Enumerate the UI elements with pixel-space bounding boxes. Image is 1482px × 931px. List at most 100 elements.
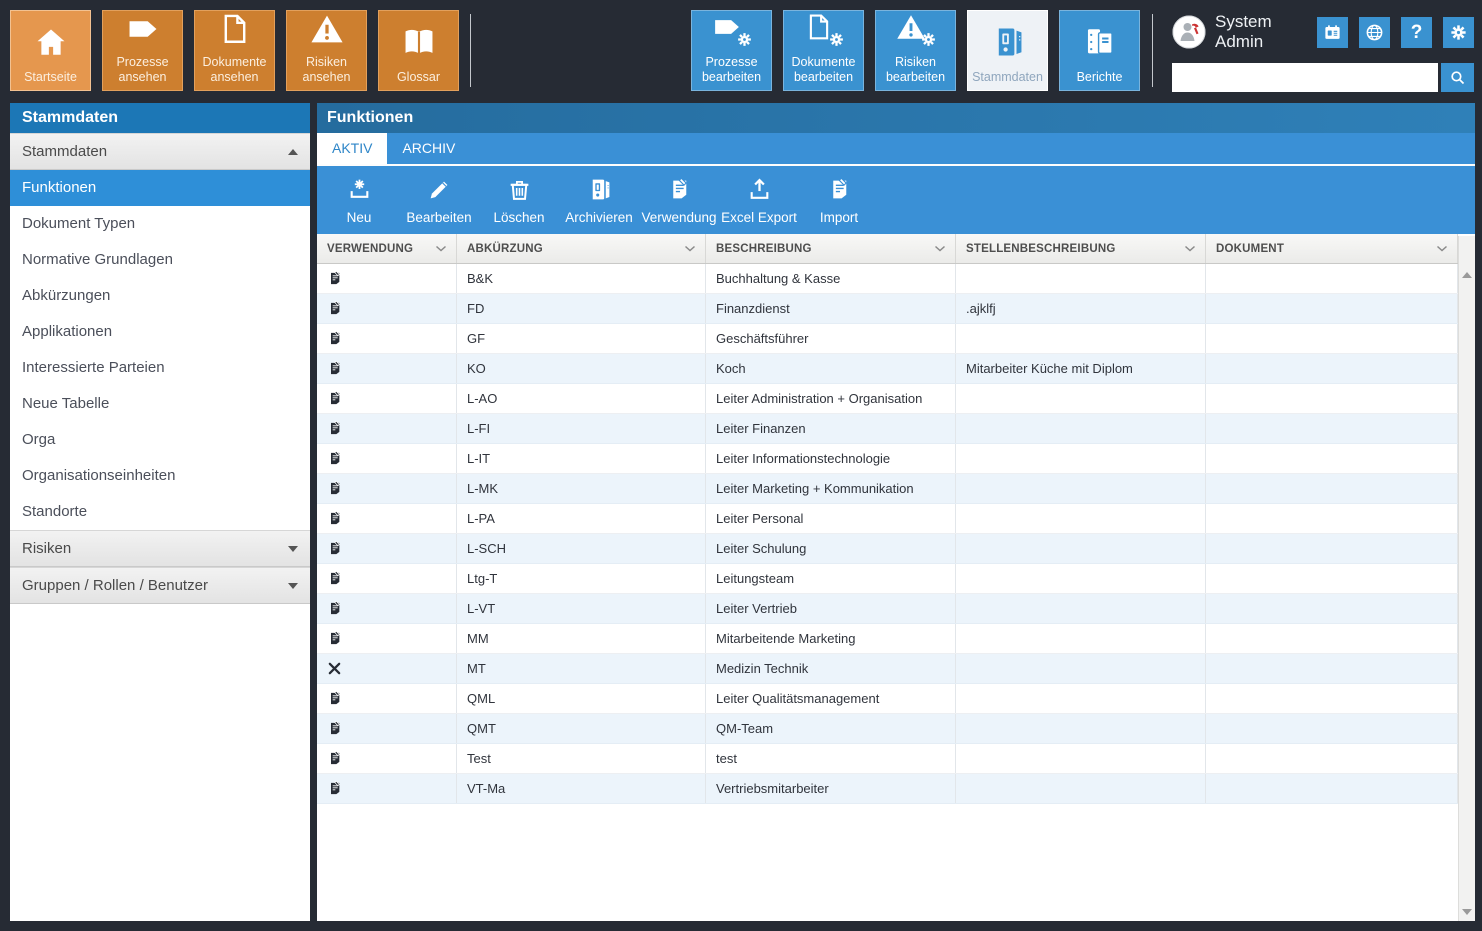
table-row[interactable]: QMLLeiter Qualitätsmanagement <box>317 684 1458 714</box>
column-header-verwendung[interactable]: VERWENDUNG <box>317 234 457 263</box>
table-row[interactable]: Testtest <box>317 744 1458 774</box>
search-icon <box>1449 69 1466 86</box>
table-row[interactable]: L-MKLeiter Marketing + Kommunikation <box>317 474 1458 504</box>
column-header-dokument[interactable]: DOKUMENT <box>1206 234 1458 263</box>
scroll-up-icon[interactable] <box>1462 272 1472 278</box>
sidebar: Stammdaten StammdatenFunktionenDokument … <box>10 103 310 921</box>
stellenbeschreibung-cell <box>956 594 1206 623</box>
abkuerzung-cell: L-PA <box>457 504 706 533</box>
abkuerzung-cell: GF <box>457 324 706 353</box>
glossar-button[interactable]: Glossar <box>378 10 459 91</box>
verwendung-button[interactable]: Verwendung <box>639 166 719 234</box>
note-pencil-icon <box>327 480 343 497</box>
table-row[interactable]: VT-MaVertriebsmitarbeiter <box>317 774 1458 804</box>
startseite-button[interactable]: Startseite <box>10 10 91 91</box>
stellenbeschreibung-cell <box>956 744 1206 773</box>
table-row[interactable]: KOKochMitarbeiter Küche mit Diplom <box>317 354 1458 384</box>
sidebar-section-risiken[interactable]: Risiken <box>10 530 310 567</box>
sidebar-section-stammdaten[interactable]: Stammdaten <box>10 133 310 170</box>
sidebar-item-dokument-typen[interactable]: Dokument Typen <box>10 206 310 242</box>
sidebar-item-interessierte-parteien[interactable]: Interessierte Parteien <box>10 350 310 386</box>
sidebar-item-standorte[interactable]: Standorte <box>10 494 310 530</box>
table-row[interactable]: L-SCHLeiter Schulung <box>317 534 1458 564</box>
table-header: VERWENDUNGABKÜRZUNGBESCHREIBUNGSTELLENBE… <box>317 234 1458 264</box>
dokument-cell <box>1206 294 1458 323</box>
table-row[interactable]: L-AOLeiter Administration + Organisation <box>317 384 1458 414</box>
column-header-beschreibung[interactable]: BESCHREIBUNG <box>706 234 956 263</box>
table-row[interactable]: L-ITLeiter Informationstechnologie <box>317 444 1458 474</box>
column-header-abkürzung[interactable]: ABKÜRZUNG <box>457 234 706 263</box>
user-avatar[interactable] <box>1172 15 1206 49</box>
table-row[interactable]: Ltg-TLeitungsteam <box>317 564 1458 594</box>
sidebar-section-gruppen-rollen-benutzer[interactable]: Gruppen / Rollen / Benutzer <box>10 567 310 604</box>
beschreibung-cell: Leitungsteam <box>706 564 956 593</box>
stellenbeschreibung-cell <box>956 684 1206 713</box>
beschreibung-cell: Leiter Finanzen <box>706 414 956 443</box>
table-row[interactable]: QMTQM-Team <box>317 714 1458 744</box>
prozesse-bearbeiten-button[interactable]: Prozesse bearbeiten <box>691 10 772 91</box>
scroll-down-icon[interactable] <box>1462 909 1472 915</box>
table-row[interactable]: L-FILeiter Finanzen <box>317 414 1458 444</box>
process-icon <box>121 11 165 47</box>
abkuerzung-cell: L-IT <box>457 444 706 473</box>
verwendung-cell <box>317 564 457 593</box>
beschreibung-cell: QM-Team <box>706 714 956 743</box>
beschreibung-cell: Leiter Qualitätsmanagement <box>706 684 956 713</box>
dokument-cell <box>1206 264 1458 293</box>
table-row[interactable]: L-PALeiter Personal <box>317 504 1458 534</box>
gear-button[interactable] <box>1443 17 1474 48</box>
table-row[interactable]: MMMitarbeitende Marketing <box>317 624 1458 654</box>
stellenbeschreibung-cell <box>956 264 1206 293</box>
sidebar-item-abkürzungen[interactable]: Abkürzungen <box>10 278 310 314</box>
search-button[interactable] <box>1441 63 1474 92</box>
beschreibung-cell: Mitarbeitende Marketing <box>706 624 956 653</box>
section-label: Risiken <box>22 540 71 557</box>
calendar-button[interactable] <box>1317 17 1348 48</box>
tab-archiv[interactable]: ARCHIV <box>387 133 470 164</box>
löschen-button[interactable]: Löschen <box>479 166 559 234</box>
beschreibung-cell: Leiter Marketing + Kommunikation <box>706 474 956 503</box>
prozesse-ansehen-button[interactable]: Prozesse ansehen <box>102 10 183 91</box>
sidebar-item-funktionen[interactable]: Funktionen <box>10 170 310 206</box>
sidebar-item-normative-grundlagen[interactable]: Normative Grundlagen <box>10 242 310 278</box>
table-row[interactable]: B&KBuchhaltung & Kasse <box>317 264 1458 294</box>
import-button[interactable]: Import <box>799 166 879 234</box>
dokument-cell <box>1206 654 1458 683</box>
stellenbeschreibung-cell <box>956 774 1206 803</box>
globe-button[interactable] <box>1359 17 1390 48</box>
verwendung-cell <box>317 654 457 683</box>
globe-icon <box>1365 23 1384 42</box>
archivieren-button[interactable]: Archivieren <box>559 166 639 234</box>
table-row[interactable]: GFGeschäftsführer <box>317 324 1458 354</box>
sidebar-item-neue-tabelle[interactable]: Neue Tabelle <box>10 386 310 422</box>
dokumente-ansehen-button[interactable]: Dokumente ansehen <box>194 10 275 91</box>
table-row[interactable]: L-VTLeiter Vertrieb <box>317 594 1458 624</box>
excel-export-button[interactable]: Excel Export <box>719 166 799 234</box>
sidebar-item-organisationseinheiten[interactable]: Organisationseinheiten <box>10 458 310 494</box>
note-pencil-icon <box>327 720 343 737</box>
nav-button-label: Prozesse ansehen <box>103 55 182 84</box>
table-body: B&KBuchhaltung & KasseFDFinanzdienst.ajk… <box>317 264 1458 804</box>
gear-icon <box>1449 23 1468 42</box>
note-pencil-icon <box>327 360 343 377</box>
search-input[interactable] <box>1172 63 1438 92</box>
stellenbeschreibung-cell <box>956 474 1206 503</box>
dokumente-bearbeiten-button[interactable]: Dokumente bearbeiten <box>783 10 864 91</box>
neu-button[interactable]: Neu <box>319 166 399 234</box>
table-row[interactable]: MTMedizin Technik <box>317 654 1458 684</box>
dokument-cell <box>1206 474 1458 503</box>
sidebar-item-applikationen[interactable]: Applikationen <box>10 314 310 350</box>
note-pencil-icon <box>327 600 343 617</box>
bearbeiten-button[interactable]: Bearbeiten <box>399 166 479 234</box>
table-row[interactable]: FDFinanzdienst.ajklfj <box>317 294 1458 324</box>
vertical-scrollbar[interactable] <box>1458 236 1475 921</box>
sidebar-item-orga[interactable]: Orga <box>10 422 310 458</box>
column-header-stellenbeschreibung[interactable]: STELLENBESCHREIBUNG <box>956 234 1206 263</box>
risiken-bearbeiten-button[interactable]: Risiken bearbeiten <box>875 10 956 91</box>
help-button[interactable]: ? <box>1401 17 1432 48</box>
tab-aktiv[interactable]: AKTIV <box>317 133 387 164</box>
berichte-button[interactable]: Berichte <box>1059 10 1140 91</box>
risiken-ansehen-button[interactable]: Risiken ansehen <box>286 10 367 91</box>
dokument-cell <box>1206 384 1458 413</box>
stammdaten-button[interactable]: Stammdaten <box>967 10 1048 91</box>
